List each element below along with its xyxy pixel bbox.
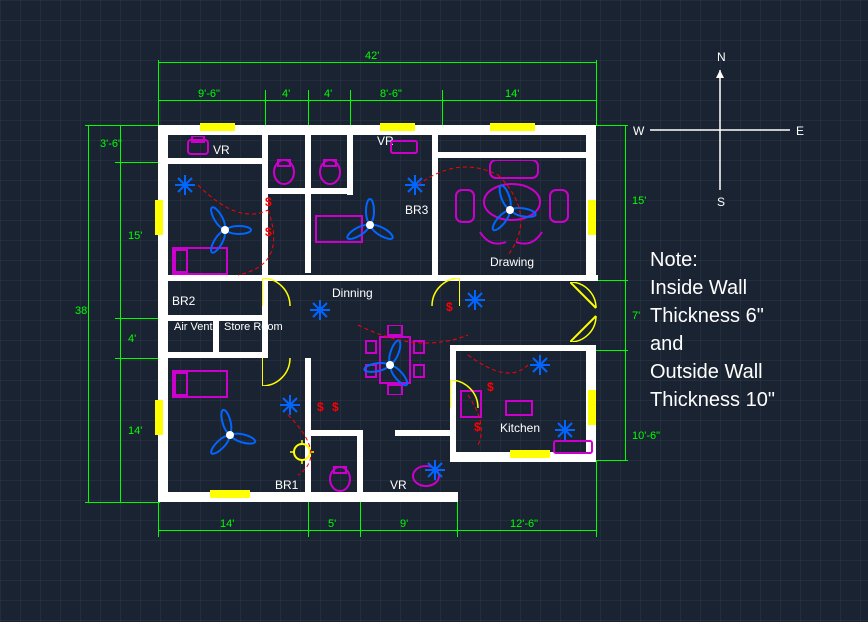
door-icon (262, 278, 292, 308)
dim-txt: 38' (75, 305, 89, 317)
compass-e: E (796, 124, 804, 138)
dim-txt: 3'-6" (100, 138, 122, 150)
wiring-overlay (158, 125, 598, 505)
dim-txt: 15' (632, 195, 646, 207)
dim-txt: 7' (632, 310, 640, 322)
dim-ext (265, 90, 266, 125)
dim-txt: 14' (505, 88, 519, 100)
note-block: Note: Inside Wall Thickness 6" and Outsi… (650, 246, 775, 414)
dim-ext (596, 60, 597, 125)
compass-w: W (633, 124, 644, 138)
dim-ext (85, 125, 160, 126)
dim-ext (115, 358, 160, 359)
compass-s: S (717, 195, 725, 209)
dim-ext (308, 90, 309, 125)
dim-ext (115, 318, 160, 319)
note-line4: Outside Wall (650, 361, 763, 383)
dim-txt: 14' (220, 518, 234, 530)
main-door-icon (570, 282, 625, 342)
dim-txt: 8'-6" (380, 88, 402, 100)
dim-ext (115, 162, 160, 163)
dim-txt: 4' (324, 88, 332, 100)
dim-ext (350, 90, 351, 125)
dim-top-total-text: 42' (365, 50, 379, 62)
dim-ext (596, 280, 628, 281)
dim-ext (308, 502, 309, 537)
dim-txt: 9' (400, 518, 408, 530)
compass-n: N (717, 50, 726, 64)
dim-ext (596, 125, 628, 126)
dim-ext (158, 502, 159, 537)
dim-txt: 12'-6" (510, 518, 538, 530)
dim-top-seg (158, 100, 596, 101)
dim-txt: 14' (128, 425, 142, 437)
dim-txt: 9'-6" (198, 88, 220, 100)
dim-left-seg (120, 125, 121, 502)
door-icon (450, 380, 480, 410)
dim-txt: 4' (128, 333, 136, 345)
note-title: Note: (650, 249, 698, 271)
note-line1: Inside Wall (650, 277, 747, 299)
door-icon (430, 278, 460, 308)
door-icon (262, 356, 292, 386)
dim-right-seg (625, 125, 626, 460)
dim-ext (360, 502, 361, 537)
note-line5: Thickness 10" (650, 389, 775, 411)
dim-ext (596, 350, 628, 351)
dim-bottom-seg (158, 530, 596, 531)
dim-ext (442, 90, 443, 125)
note-line2: Thickness 6" (650, 305, 764, 327)
note-line3: and (650, 333, 683, 355)
dim-ext (158, 60, 159, 125)
dim-top-total (158, 62, 596, 63)
dim-txt: 5' (328, 518, 336, 530)
dim-ext (457, 502, 458, 537)
dim-ext (596, 460, 628, 461)
dim-txt: 15' (128, 230, 142, 242)
dim-ext (85, 502, 160, 503)
dim-txt: 10'-6" (632, 430, 660, 442)
dim-txt: 4' (282, 88, 290, 100)
